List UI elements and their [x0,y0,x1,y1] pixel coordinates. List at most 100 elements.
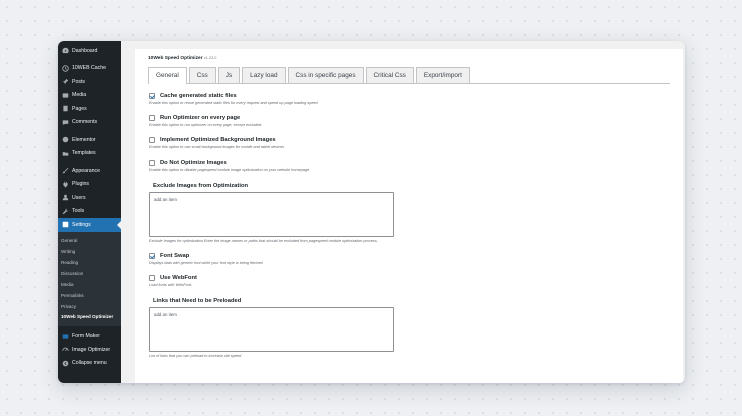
option-description: Enable this option to disable pagespeed … [149,167,311,172]
option-description: Enable this option to use small backgrou… [149,145,285,150]
sidebar-item-appearance[interactable]: Appearance [58,164,121,178]
sidebar-item-label: Posts [72,78,85,85]
tab-critical-css[interactable]: Critical Css [365,67,414,83]
admin-sidebar: Dashboard 10WEB Cache Posts Media Pages … [58,41,121,383]
sidebar-item-image-optimizer[interactable]: Image Optimizer [58,343,121,357]
option-description: Load fonts with WebFont. [149,283,192,288]
page-icon [61,105,69,113]
sidebar-item-posts[interactable]: Posts [58,75,121,89]
submenu-item-permalinks[interactable]: Permalinks [58,290,121,301]
preload-links-label: Links that Need to be Preloaded [153,298,242,305]
sidebar-item-10web-cache[interactable]: 10WEB Cache [58,62,121,76]
option-description: Displays data with generic font while yo… [149,261,264,266]
sidebar-item-label: Templates [72,150,96,157]
exclude-images-label: Exclude Images from Optimization [153,182,249,189]
tab-lazy-load[interactable]: Lazy load [242,67,286,83]
gauge-icon [61,346,69,354]
option-cache-generated-static-files: Cache generated static files Enable this… [149,93,670,106]
tab-js[interactable]: Js [217,67,241,83]
user-icon [61,194,69,202]
submenu-item-privacy[interactable]: Privacy [58,301,121,312]
sidebar-item-label: Dashboard [72,47,98,54]
option-label: Implement Optimized Background Images [160,137,276,144]
main-content: 10Web Speed Optimizer v1.22.0 General Cs… [121,41,685,383]
run-optimizer-checkbox[interactable] [149,115,155,122]
tab-export-import[interactable]: Export/import [415,67,470,83]
option-do-not-optimize-images: Do Not Optimize Images Enable this optio… [149,159,670,173]
sidebar-item-settings[interactable]: Settings [58,218,121,232]
sidebar-item-label: Users [72,194,86,201]
preload-links-description: List of links that you can preload to in… [149,354,242,359]
option-description: Enable this option to run optimizer on e… [149,123,263,128]
brush-icon [61,167,69,175]
cache-icon [61,64,69,72]
sidebar-item-label: Collapse menu [72,360,107,367]
media-icon [61,91,69,99]
option-label: Use WebFont [160,275,197,282]
exclude-images-textarea[interactable]: add an item [149,191,394,237]
plugin-icon [61,180,69,188]
sidebar-item-label: 10WEB Cache [72,65,107,72]
sidebar-item-users[interactable]: Users [58,191,121,205]
sidebar-item-media[interactable]: Media [58,89,121,103]
sidebar-item-label: Media [72,92,87,99]
use-webfont-checkbox[interactable] [149,275,155,282]
submenu-item-media[interactable]: Media [58,279,121,290]
submenu-item-discussion[interactable]: Discussion [58,268,121,279]
plugin-title: 10Web Speed Optimizer v1.22.0 [148,56,670,61]
settings-submenu: General Writing Reading Discussion Media… [58,231,121,326]
sidebar-item-label: Pages [72,105,87,112]
form-icon [61,332,69,340]
submenu-item-general[interactable]: General [58,235,121,246]
collapse-icon [61,359,69,367]
tab-bar: General Css Js Lazy load Css in specific… [148,67,670,84]
settings-panel: 10Web Speed Optimizer v1.22.0 General Cs… [135,49,683,383]
pin-icon [61,78,69,86]
comment-icon [61,118,69,126]
browser-window: Dashboard 10WEB Cache Posts Media Pages … [58,41,685,383]
tab-css-in-specific-pages[interactable]: Css in specific pages [287,67,364,83]
sidebar-item-pages[interactable]: Pages [58,102,121,116]
option-run-optimizer-every-page: Run Optimizer on every page Enable this … [149,115,670,128]
sidebar-item-plugins[interactable]: Plugins [58,178,121,192]
plugin-name: 10Web Speed Optimizer [148,56,203,61]
wrench-icon [61,207,69,215]
sidebar-item-label: Settings [72,221,91,228]
tab-general[interactable]: General [148,67,187,84]
option-description: Enable this option to reuse generated st… [149,101,318,105]
tab-css[interactable]: Css [188,67,216,83]
submenu-item-writing[interactable]: Writing [58,246,121,257]
general-tab-content: Cache generated static files Enable this… [148,93,670,360]
option-label: Font Swap [160,253,190,260]
option-optimized-background-images: Implement Optimized Background Images En… [149,137,670,150]
cache-static-files-checkbox[interactable] [149,93,155,99]
sidebar-item-label: Form Maker [72,333,100,340]
font-swap-checkbox[interactable] [149,253,155,260]
sidebar-item-label: Elementor [72,136,96,143]
submenu-item-reading[interactable]: Reading [58,257,121,268]
sidebar-item-dashboard[interactable]: Dashboard [58,44,121,58]
sidebar-item-label: Image Optimizer [72,346,111,353]
elementor-icon [61,136,69,144]
do-not-optimize-images-checkbox[interactable] [149,159,155,166]
sidebar-item-templates[interactable]: Templates [58,147,121,161]
submenu-item-10web-speed-optimizer[interactable]: 10Web Speed Optimizer [58,312,121,322]
option-label: Cache generated static files [160,93,237,99]
optimized-bg-images-checkbox[interactable] [149,137,155,144]
plugin-version: v1.22.0 [203,56,217,60]
sidebar-collapse-menu[interactable]: Collapse menu [58,357,121,371]
sidebar-item-form-maker[interactable]: Form Maker [58,330,121,344]
sidebar-item-elementor[interactable]: Elementor [58,133,121,147]
sidebar-item-label: Tools [72,208,85,215]
exclude-images-description: Exclude Images for optimization Enter th… [149,238,378,243]
option-use-webfont: Use WebFont Load fonts with WebFont. [149,275,670,288]
preload-links-textarea[interactable]: add an item [149,307,394,353]
folder-icon [61,149,69,157]
sidebar-item-comments[interactable]: Comments [58,116,121,130]
sidebar-item-tools[interactable]: Tools [58,205,121,219]
option-label: Do Not Optimize Images [160,159,227,166]
option-label: Run Optimizer on every page [160,115,241,122]
settings-icon [61,221,69,229]
option-font-swap: Font Swap Displays data with generic fon… [149,253,670,266]
sidebar-item-label: Appearance [72,167,100,174]
